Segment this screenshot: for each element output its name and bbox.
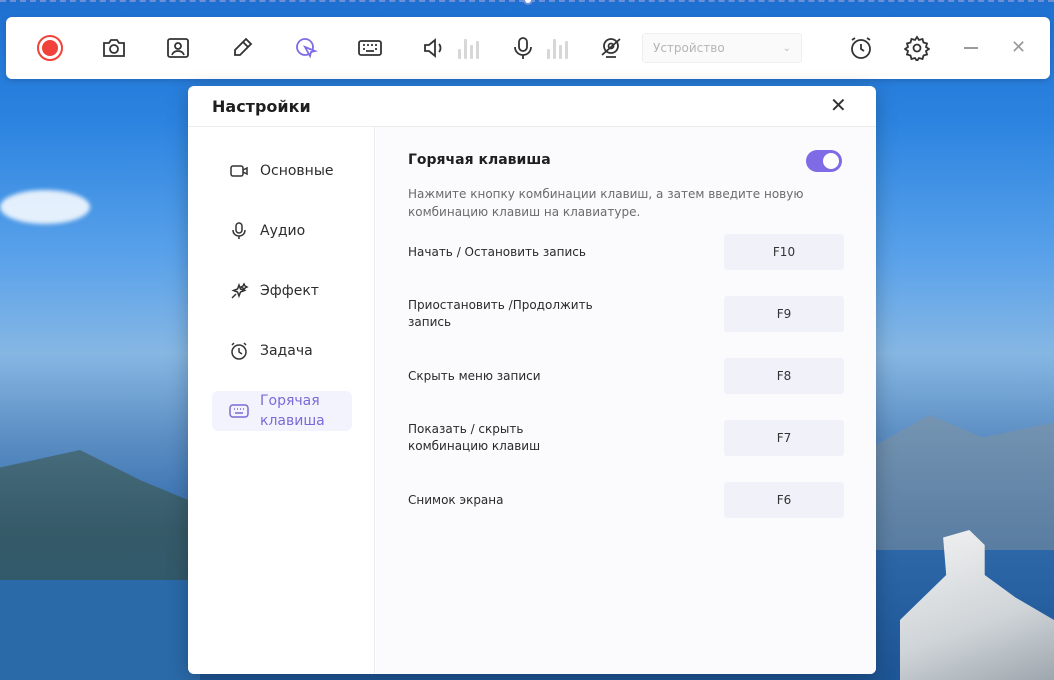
- recorder-toolbar: Устройство ⌄ ✕: [6, 17, 1050, 79]
- close-icon[interactable]: ✕: [830, 94, 847, 116]
- alarm-clock-icon: [228, 340, 250, 362]
- hotkey-field-show-hide-keys[interactable]: F7: [724, 420, 844, 456]
- sidebar-item-hotkey[interactable]: Горячая клавиша: [212, 391, 352, 431]
- camera-icon[interactable]: [100, 34, 128, 62]
- sidebar-item-label: Задача: [260, 343, 313, 359]
- pen-icon[interactable]: [228, 34, 256, 62]
- sidebar-item-label: Горячая клавиша: [260, 393, 325, 429]
- background-statue: [900, 530, 1054, 680]
- webcam-icon[interactable]: [164, 34, 192, 62]
- settings-sidebar: Основные Аудио Эффект Задача Горячая кла…: [188, 127, 375, 674]
- background-island: [876, 415, 1054, 550]
- hotkey-toggle[interactable]: [806, 150, 842, 172]
- gear-icon[interactable]: [903, 34, 931, 62]
- hotkey-label-hide-menu: Скрыть меню записи: [408, 369, 541, 383]
- minimize-button[interactable]: [964, 47, 978, 49]
- timer-icon[interactable]: [847, 34, 875, 62]
- hotkey-field-screenshot[interactable]: F6: [724, 482, 844, 518]
- sidebar-item-audio[interactable]: Аудио: [212, 211, 352, 251]
- record-icon: [37, 35, 63, 61]
- section-title: Горячая клавиша: [408, 152, 551, 168]
- hotkey-panel: Горячая клавиша Нажмите кнопку комбинаци…: [376, 127, 876, 674]
- background-cloud: [0, 190, 90, 224]
- sidebar-item-general[interactable]: Основные: [212, 151, 352, 191]
- selection-handle[interactable]: [523, 0, 533, 5]
- microphone-level-meter: [547, 37, 568, 59]
- microphone-icon: [228, 220, 250, 242]
- sidebar-item-label: Основные: [260, 163, 334, 179]
- hotkey-field-hide-menu[interactable]: F8: [724, 358, 844, 394]
- keyboard-icon[interactable]: [356, 34, 384, 62]
- sidebar-item-label: Аудио: [260, 223, 306, 239]
- record-button[interactable]: [36, 34, 64, 62]
- device-select-value: Устройство: [653, 41, 725, 55]
- webcam-off-icon[interactable]: [597, 34, 625, 62]
- close-window-button[interactable]: ✕: [1011, 38, 1026, 58]
- microphone-icon[interactable]: [509, 34, 537, 62]
- sparkle-icon: [228, 280, 250, 302]
- speaker-icon[interactable]: [420, 34, 448, 62]
- sidebar-item-label: Эффект: [260, 283, 319, 299]
- hotkey-label-screenshot: Снимок экрана: [408, 493, 504, 507]
- dialog-header: Настройки ✕: [188, 86, 876, 127]
- speaker-level-meter: [458, 37, 479, 59]
- hotkey-field-start-stop[interactable]: F10: [724, 234, 844, 270]
- hotkey-label-show-hide-keys: Показать / скрыть комбинацию клавиш: [408, 422, 541, 453]
- device-select[interactable]: Устройство ⌄: [642, 33, 802, 63]
- cursor-highlight-icon[interactable]: [292, 34, 320, 62]
- hotkey-label-start-stop: Начать / Остановить запись: [408, 245, 586, 259]
- hotkey-label-pause-resume: Приостановить /Продолжить запись: [408, 298, 593, 329]
- sidebar-item-effect[interactable]: Эффект: [212, 271, 352, 311]
- hotkey-field-pause-resume[interactable]: F9: [724, 296, 844, 332]
- sidebar-item-task[interactable]: Задача: [212, 331, 352, 371]
- background-sea: [0, 580, 200, 680]
- chevron-down-icon: ⌄: [782, 42, 791, 54]
- keyboard-icon: [228, 400, 250, 422]
- video-icon: [228, 160, 250, 182]
- settings-dialog: Настройки ✕ Основные Аудио Эффект Задача…: [188, 86, 876, 674]
- hotkey-description: Нажмите кнопку комбинации клавиш, а зате…: [408, 187, 804, 219]
- dialog-title: Настройки: [212, 97, 311, 116]
